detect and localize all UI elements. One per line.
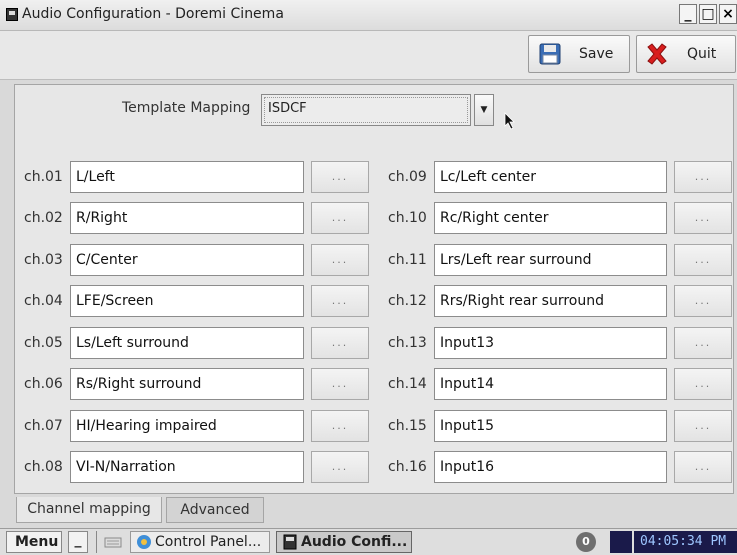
channel-label: ch.03: [24, 252, 63, 268]
channel-label: ch.15: [388, 418, 427, 434]
channel-input[interactable]: Ls/Left surround: [70, 327, 304, 359]
channel-browse-button[interactable]: ...: [674, 244, 732, 276]
keyboard-icon[interactable]: [104, 531, 124, 553]
channel-label: ch.08: [24, 459, 63, 475]
toolbar: Save Quit: [0, 31, 737, 80]
window-title: Audio Configuration - Doremi Cinema: [22, 6, 284, 22]
close-button[interactable]: ×: [719, 4, 737, 24]
channel-label: ch.09: [388, 169, 427, 185]
show-desktop-button[interactable]: _: [68, 531, 88, 553]
mouse-pointer-icon: [504, 112, 515, 130]
title-bar: Audio Configuration - Doremi Cinema _ □ …: [0, 0, 737, 31]
control-panel-icon: [137, 535, 151, 549]
channel-browse-button[interactable]: ...: [674, 410, 732, 442]
chevron-down-icon: ▼: [480, 105, 488, 115]
channel-input[interactable]: R/Right: [70, 202, 304, 234]
channel-browse-button[interactable]: ...: [311, 451, 369, 483]
channel-input[interactable]: Input16: [434, 451, 667, 483]
channel-input[interactable]: Input15: [434, 410, 667, 442]
tab-channel-mapping[interactable]: Channel mapping: [16, 497, 162, 523]
template-mapping-dropdown-button[interactable]: ▼: [474, 94, 494, 126]
channel-label: ch.02: [24, 210, 63, 226]
channel-browse-button[interactable]: ...: [311, 327, 369, 359]
channel-label: ch.07: [24, 418, 63, 434]
channel-browse-button[interactable]: ...: [311, 285, 369, 317]
minimize-button[interactable]: _: [679, 4, 697, 24]
channel-input[interactable]: Lc/Left center: [434, 161, 667, 193]
save-label: Save: [579, 46, 614, 62]
channel-browse-button[interactable]: ...: [311, 410, 369, 442]
channel-label: ch.13: [388, 335, 427, 351]
channel-label: ch.05: [24, 335, 63, 351]
channel-label: ch.11: [388, 252, 427, 268]
channel-input[interactable]: LFE/Screen: [70, 285, 304, 317]
channel-label: ch.01: [24, 169, 63, 185]
save-icon: [539, 43, 561, 65]
quit-icon: [647, 43, 667, 65]
taskbar-separator: [96, 531, 98, 553]
start-menu-button[interactable]: Menu: [6, 531, 62, 553]
channel-label: ch.06: [24, 376, 63, 392]
channel-label: ch.16: [388, 459, 427, 475]
channel-input[interactable]: VI-N/Narration: [70, 451, 304, 483]
channel-label: ch.10: [388, 210, 427, 226]
audio-config-label: Audio Confi...: [301, 534, 408, 550]
app-window-icon: [6, 8, 18, 21]
channel-label: ch.14: [388, 376, 427, 392]
notification-badge[interactable]: 0: [576, 532, 596, 552]
save-button[interactable]: Save: [528, 35, 630, 73]
taskbar-control-panel[interactable]: Control Panel...: [130, 531, 270, 553]
channel-browse-button[interactable]: ...: [311, 202, 369, 234]
channel-browse-button[interactable]: ...: [674, 327, 732, 359]
clock: 04:05:34 PM: [634, 531, 737, 553]
channel-browse-button[interactable]: ...: [311, 161, 369, 193]
channel-input[interactable]: L/Left: [70, 161, 304, 193]
template-mapping-select[interactable]: ISDCF: [261, 94, 471, 126]
channel-browse-button[interactable]: ...: [674, 202, 732, 234]
channel-input[interactable]: Rrs/Right rear surround: [434, 285, 667, 317]
channel-label: ch.12: [388, 293, 427, 309]
channel-browse-button[interactable]: ...: [674, 285, 732, 317]
app-window-icon: [283, 534, 297, 550]
channel-browse-button[interactable]: ...: [311, 368, 369, 400]
channel-input[interactable]: Rc/Right center: [434, 202, 667, 234]
tray-spacer: [610, 531, 632, 553]
control-panel-label: Control Panel...: [155, 534, 262, 550]
channel-input[interactable]: Input14: [434, 368, 667, 400]
channel-browse-button[interactable]: ...: [311, 244, 369, 276]
tab-advanced[interactable]: Advanced: [166, 497, 264, 523]
channel-input[interactable]: Rs/Right surround: [70, 368, 304, 400]
channel-input[interactable]: Input13: [434, 327, 667, 359]
channel-input[interactable]: HI/Hearing impaired: [70, 410, 304, 442]
channel-input[interactable]: C/Center: [70, 244, 304, 276]
taskbar: Menu _ Control Panel... Audio Confi... 0…: [0, 528, 737, 555]
quit-button[interactable]: Quit: [636, 35, 736, 73]
channel-browse-button[interactable]: ...: [674, 161, 732, 193]
channel-input[interactable]: Lrs/Left rear surround: [434, 244, 667, 276]
maximize-button[interactable]: □: [699, 4, 717, 24]
quit-label: Quit: [687, 46, 717, 62]
template-mapping-label: Template Mapping: [122, 100, 251, 116]
channel-label: ch.04: [24, 293, 63, 309]
channel-browse-button[interactable]: ...: [674, 451, 732, 483]
channel-browse-button[interactable]: ...: [674, 368, 732, 400]
template-mapping-value: ISDCF: [268, 101, 307, 116]
taskbar-audio-configuration[interactable]: Audio Confi...: [276, 531, 412, 553]
